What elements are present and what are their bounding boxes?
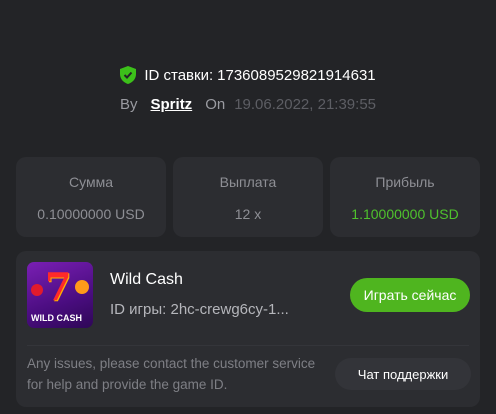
bet-meta: By Spritz On 19.06.2022, 21:39:55 bbox=[0, 96, 496, 113]
game-thumbnail[interactable]: 7 WILD CASH bbox=[27, 262, 93, 328]
on-label: On bbox=[205, 96, 226, 113]
stat-amount-label: Сумма bbox=[69, 174, 113, 190]
stat-profit: Прибыль 1.10000000 USD bbox=[330, 157, 480, 237]
stat-profit-label: Прибыль bbox=[375, 174, 435, 190]
by-label: By bbox=[120, 96, 138, 113]
bet-id-value: 173608952982191463​1 bbox=[217, 66, 376, 84]
bet-id-header: ID ставки: 173608952982191463​1 bbox=[0, 66, 496, 84]
bet-datetime: 19.06.2022, 21:39:55 bbox=[234, 96, 376, 113]
help-text: Any issues, please contact the customer … bbox=[27, 356, 316, 392]
orange-icon bbox=[75, 280, 89, 294]
stat-payout: Выплата 12 x bbox=[173, 157, 323, 237]
game-card: 7 WILD CASH Wild Cash ID игры: 2hc-crewg… bbox=[16, 251, 480, 407]
game-title: Wild Cash bbox=[110, 271, 183, 288]
support-chat-button[interactable]: Чат поддержки bbox=[335, 358, 471, 390]
shield-check-icon bbox=[120, 66, 137, 84]
seven-icon: 7 bbox=[45, 264, 72, 309]
username-link[interactable]: Spritz bbox=[151, 96, 193, 113]
stat-profit-value: 1.10000000 USD bbox=[351, 206, 459, 222]
stat-amount-value: 0.10000000 USD bbox=[37, 206, 145, 222]
divider bbox=[27, 345, 469, 346]
bet-id-label: ID ставки: bbox=[144, 66, 214, 84]
bet-stats: Сумма 0.10000000 USD Выплата 12 x Прибыл… bbox=[16, 157, 480, 237]
stat-payout-value: 12 x bbox=[234, 206, 262, 222]
cherry-icon bbox=[31, 284, 43, 296]
game-thumbnail-logo: WILD CASH bbox=[31, 313, 82, 323]
stat-amount: Сумма 0.10000000 USD bbox=[16, 157, 166, 237]
stat-payout-label: Выплата bbox=[219, 174, 277, 190]
game-id: ID игры: 2hc-crewg6cy-1... bbox=[110, 301, 289, 318]
play-now-button[interactable]: Играть сейчас bbox=[350, 278, 470, 312]
